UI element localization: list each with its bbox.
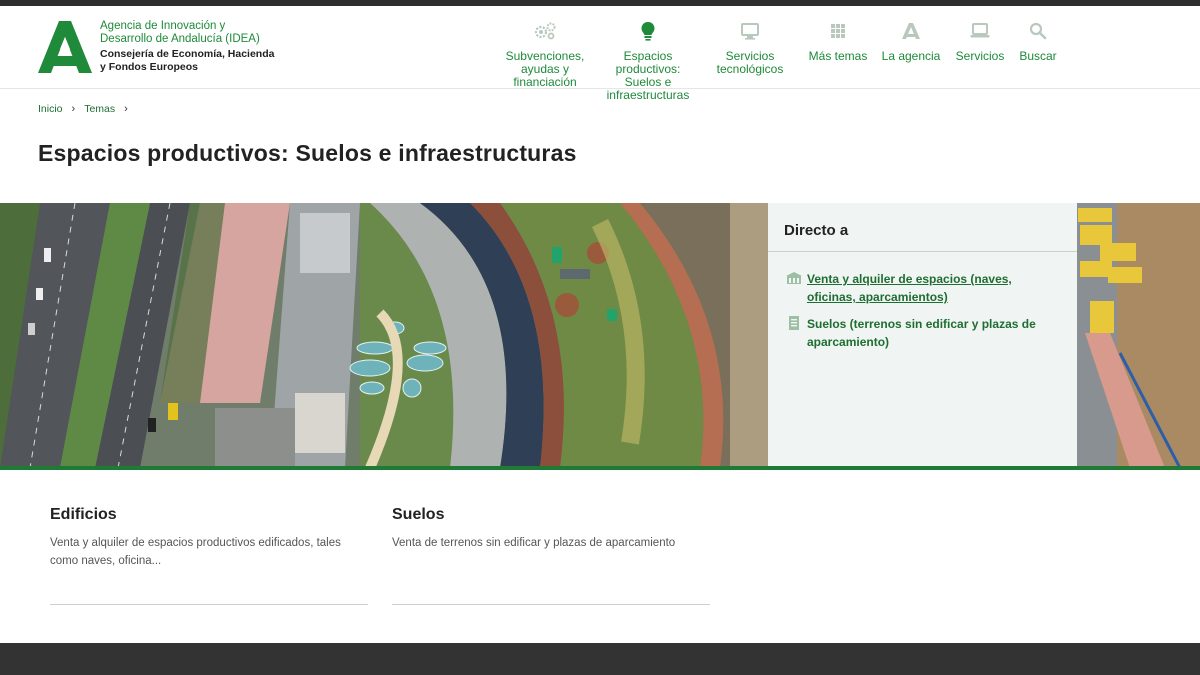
direct-link-label: Suelos (terrenos sin edificar y plazas d… [807, 317, 1036, 349]
divider [768, 251, 1077, 252]
card-title: Edificios [50, 506, 117, 523]
grid-icon [830, 20, 846, 42]
lightbulb-icon [640, 20, 656, 42]
site-header: Agencia de Innovación y Desarrollo de An… [0, 6, 1200, 102]
nav-label: Buscar [1019, 49, 1057, 63]
direct-access-panel: Directo a Venta y alquiler de espacios (… [768, 203, 1077, 466]
card-description: Venta y alquiler de espacios productivos… [50, 537, 341, 567]
nav-item-servicios-tecnologicos[interactable]: Servicios tecnológicos [710, 20, 790, 76]
direct-link-label: Venta y alquiler de espacios (naves, ofi… [807, 272, 1012, 304]
breadcrumb-inicio[interactable]: Inicio [38, 103, 63, 115]
card-title: Suelos [392, 506, 445, 523]
topic-card-edificios[interactable]: Edificios Venta y alquiler de espacios p… [50, 506, 368, 605]
hero-bottom-bar [0, 466, 1200, 470]
nav-label: Servicios tecnológicos [716, 49, 784, 76]
nav-label: Subvenciones, ayudas y financiación [505, 49, 585, 89]
nav-item-espacios-productivos[interactable]: Espacios productivos: Suelos e infraestr… [600, 20, 696, 102]
nav-label: Más temas [808, 49, 868, 63]
search-icon [1029, 20, 1047, 42]
breadcrumb-temas[interactable]: Temas [84, 103, 115, 115]
andalucia-a-icon [902, 20, 920, 42]
chevron-right-icon: › [71, 103, 76, 115]
site-footer [0, 643, 1200, 675]
nav-item-la-agencia[interactable]: La agencia [879, 20, 943, 63]
page-title: Espacios productivos: Suelos e infraestr… [38, 140, 577, 166]
nav-item-buscar[interactable]: Buscar [1014, 20, 1062, 63]
nav-item-servicios[interactable]: Servicios [950, 20, 1010, 63]
building-icon [786, 272, 802, 284]
direct-link-venta-alquiler[interactable]: Venta y alquiler de espacios (naves, ofi… [786, 270, 1057, 306]
document-icon [789, 316, 799, 330]
nav-item-mas-temas[interactable]: Más temas [806, 20, 870, 63]
card-description: Venta de terrenos sin edificar y plazas … [392, 537, 676, 549]
nav-label: Servicios [955, 49, 1005, 63]
main-nav: Subvenciones, ayudas y financiación Espa… [0, 20, 1200, 102]
breadcrumb: Inicio › Temas › [38, 103, 137, 115]
chevron-right-icon: › [124, 103, 128, 115]
laptop-icon [970, 20, 990, 42]
nav-label: La agencia [881, 49, 941, 63]
topic-card-suelos[interactable]: Suelos Venta de terrenos sin edificar y … [392, 506, 710, 605]
direct-link-suelos[interactable]: Suelos (terrenos sin edificar y plazas d… [786, 315, 1057, 351]
direct-access-title: Directo a [784, 222, 849, 239]
nav-label: Espacios productivos: Suelos e infraestr… [606, 49, 690, 102]
gears-icon [533, 20, 557, 42]
nav-item-subvenciones[interactable]: Subvenciones, ayudas y financiación [497, 20, 593, 89]
monitor-icon [740, 20, 760, 42]
